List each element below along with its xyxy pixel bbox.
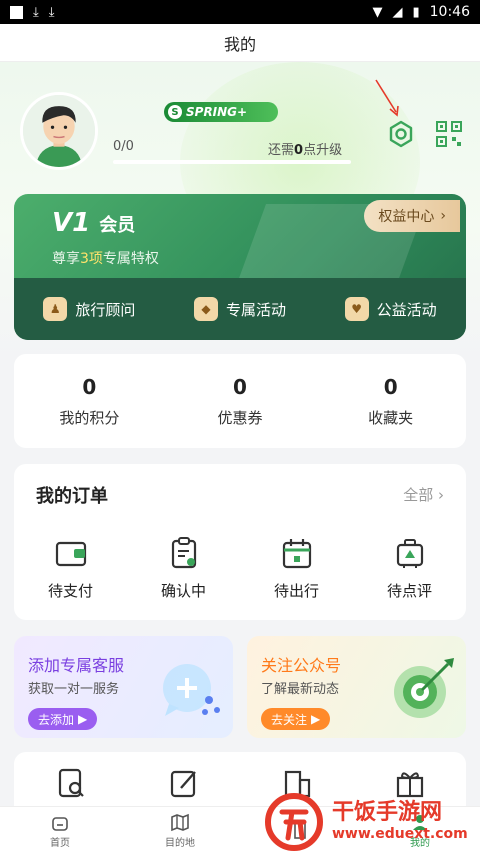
stats-panel: 0 我的积分 0 优惠券 0 收藏夹 xyxy=(14,354,466,448)
promo-follow-title: 关注公众号 xyxy=(261,656,342,675)
promo-add-service[interactable]: 添加专属客服 获取一对一服务 去添加 ▶ xyxy=(14,636,233,738)
clipboard-icon xyxy=(171,537,196,569)
site-watermark: 干饭手游网 www.eduext.com xyxy=(262,790,478,854)
watermark-logo-icon xyxy=(265,793,323,851)
level-progress-bar xyxy=(113,160,351,164)
play-right-icon: ▶ xyxy=(78,712,88,726)
order-awaiting-review[interactable]: 待点评 xyxy=(365,536,455,601)
download-icon: ⤓ xyxy=(33,4,39,20)
perk-exclusive-activity[interactable]: ◆ 专属活动 xyxy=(193,297,286,321)
page-title: 我的 xyxy=(0,24,480,62)
notification-square-icon xyxy=(10,5,23,19)
person-icon: ♟ xyxy=(43,297,68,321)
red-arrow-annotation-icon xyxy=(375,79,399,117)
chat-plus-icon xyxy=(163,664,220,716)
stat-points[interactable]: 0 我的积分 xyxy=(14,354,165,448)
map-icon xyxy=(171,813,189,832)
order-awaiting-travel[interactable]: 待出行 xyxy=(252,536,342,601)
status-time: 10:46 xyxy=(429,4,470,20)
perk-charity-activity[interactable]: ♥ 公益活动 xyxy=(344,297,437,321)
nav-home[interactable]: 首页 xyxy=(20,812,100,849)
spring-s-icon: S xyxy=(168,105,182,119)
target-dart-icon xyxy=(394,658,454,718)
member-description: 尊享3项专属特权 xyxy=(52,251,159,267)
member-level: V1 会员 xyxy=(52,208,136,238)
calendar-icon xyxy=(282,539,311,569)
battery-icon: ▮ xyxy=(412,4,420,20)
wallet-icon xyxy=(55,541,86,567)
spring-level-badge: S SPRING+ xyxy=(164,102,278,122)
upgrade-text: 还需0点升级 xyxy=(268,143,343,158)
progress-text: 0/0 xyxy=(113,139,134,154)
promo-follow-account[interactable]: 关注公众号 了解最新动态 去关注 ▶ xyxy=(247,636,466,738)
download-icon-2: ⤓ xyxy=(48,4,55,20)
spring-badge-label: SPRING+ xyxy=(186,105,248,119)
avatar-illustration-icon xyxy=(23,95,95,167)
stat-coupons[interactable]: 0 优惠券 xyxy=(165,354,316,448)
document-search-icon[interactable] xyxy=(54,766,88,800)
promo-add-service-title: 添加专属客服 xyxy=(28,656,125,675)
qr-code-icon[interactable] xyxy=(434,119,464,149)
heart-icon: ♥ xyxy=(344,297,369,321)
wifi-icon: ▼ xyxy=(372,4,383,20)
edit-note-icon[interactable] xyxy=(167,766,201,800)
play-right-icon: ▶ xyxy=(311,712,321,726)
perk-travel-advisor[interactable]: ♟ 旅行顾问 xyxy=(43,297,135,321)
order-confirming[interactable]: 确认中 xyxy=(139,536,229,601)
chevron-right-icon: › xyxy=(440,208,446,224)
diamond-icon: ◆ xyxy=(193,297,218,321)
signal-icon: ◢ xyxy=(392,4,403,20)
watermark-name: 干饭手游网 xyxy=(332,800,443,825)
follow-button[interactable]: 去关注 ▶ xyxy=(261,708,331,730)
order-pending-payment[interactable]: 待支付 xyxy=(26,536,116,601)
promo-add-service-subtitle: 获取一对一服务 xyxy=(28,682,120,697)
watermark-url: www.eduext.com xyxy=(332,826,468,842)
status-bar: ⤓ ⤓ ▼ ◢ ▮ 10:46 xyxy=(0,0,480,24)
suitcase-icon xyxy=(396,539,423,568)
avatar[interactable] xyxy=(20,92,98,170)
promo-follow-subtitle: 了解最新动态 xyxy=(261,682,340,697)
settings-gear-icon[interactable] xyxy=(386,119,416,149)
member-perks: ♟ 旅行顾问 ◆ 专属活动 ♥ 公益活动 xyxy=(14,278,466,340)
orders-all-link[interactable]: 全部 › xyxy=(403,484,444,505)
home-icon xyxy=(52,817,68,831)
orders-panel: 我的订单 全部 › 待支付 确认中 待出行 待点评 xyxy=(14,464,466,620)
member-card[interactable]: V1 会员 尊享3项专属特权 权益中心 › ♟ 旅行顾问 ◆ 专属活动 ♥ 公益活… xyxy=(14,194,466,340)
orders-title: 我的订单 xyxy=(36,486,108,507)
add-service-button[interactable]: 去添加 ▶ xyxy=(28,708,98,730)
nav-destination[interactable]: 目的地 xyxy=(140,812,220,849)
stat-favorites[interactable]: 0 收藏夹 xyxy=(315,354,466,448)
rights-center-button[interactable]: 权益中心 › xyxy=(364,200,460,232)
